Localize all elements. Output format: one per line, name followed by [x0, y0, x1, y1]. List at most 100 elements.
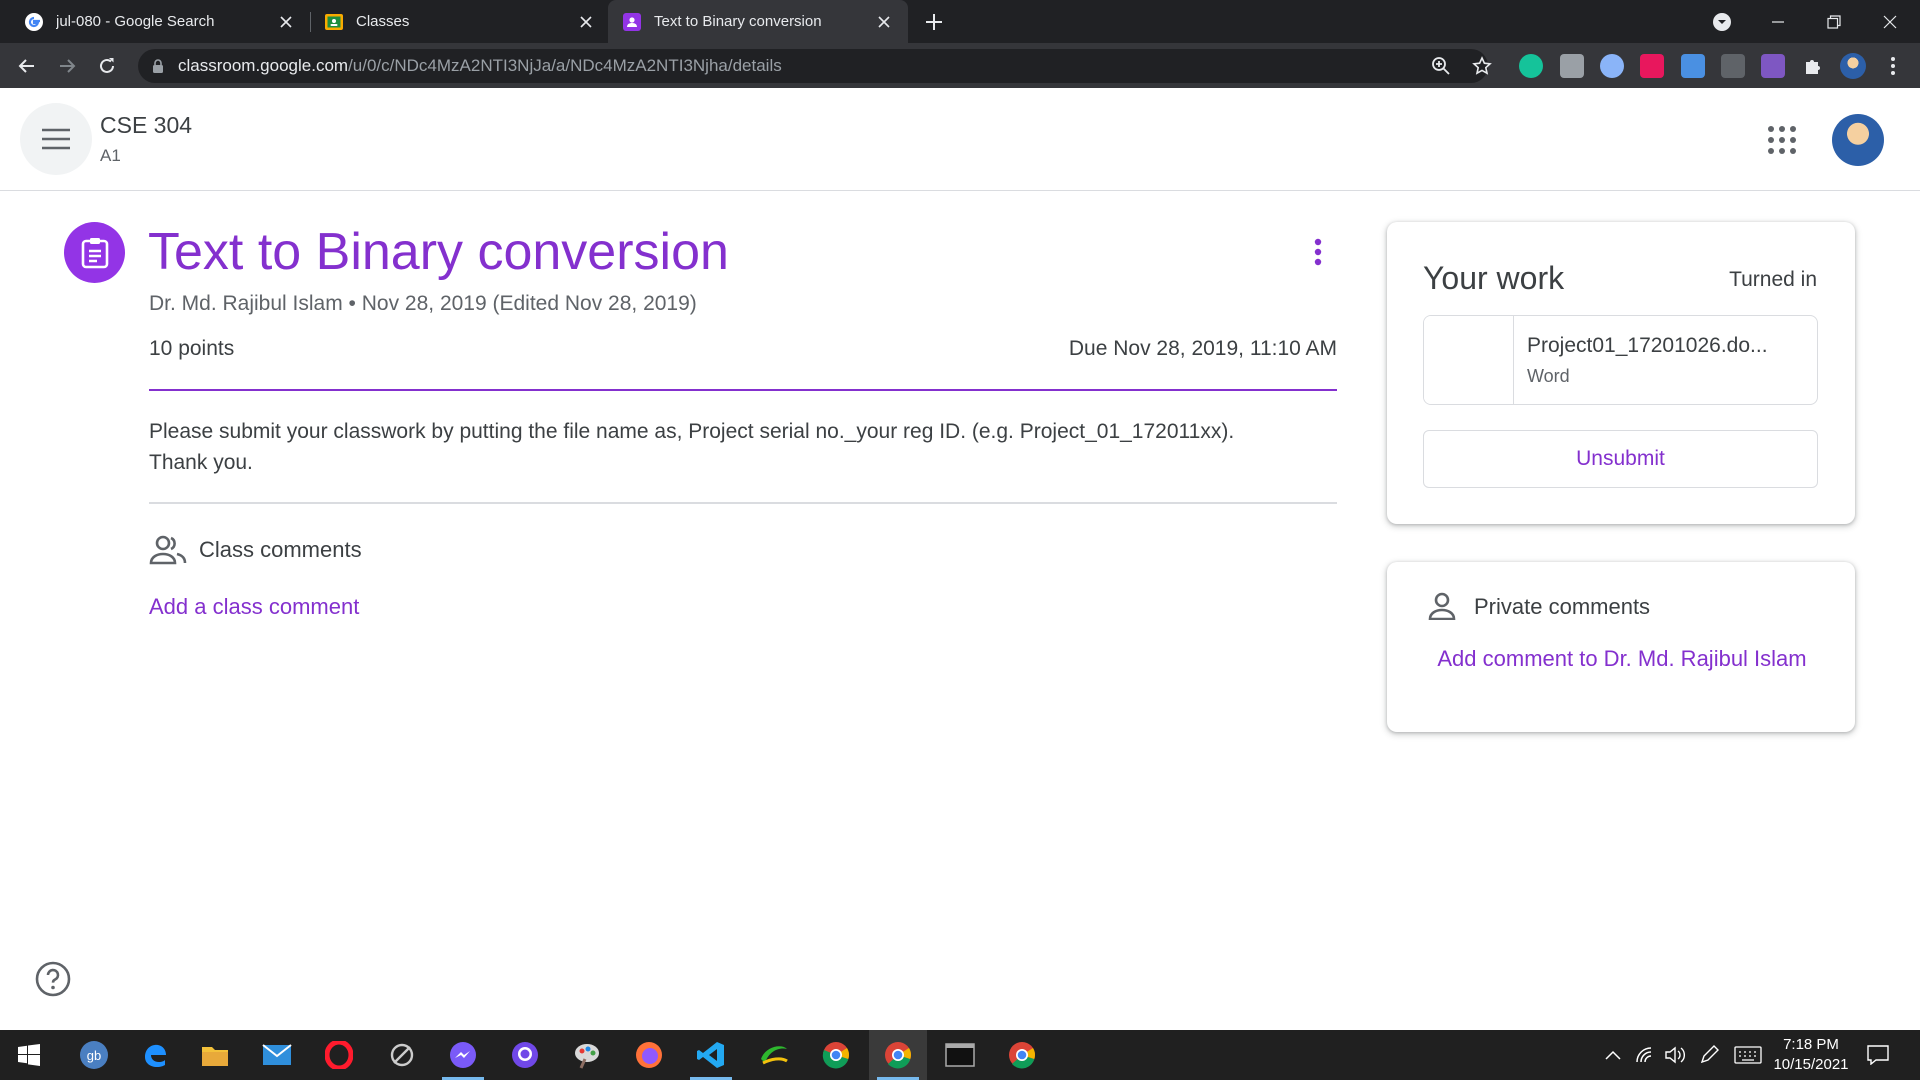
- more-options-icon[interactable]: [1300, 234, 1336, 270]
- classroom-icon: [324, 12, 344, 32]
- browser-menu-icon[interactable]: [1880, 53, 1906, 79]
- assignment-due-date: Due Nov 28, 2019, 11:10 AM: [1068, 337, 1337, 360]
- file-name: Project01_17201026.do...: [1527, 334, 1768, 357]
- file-thumbnail: [1424, 316, 1514, 404]
- windows-taskbar: gb 7:18 PM 10/15/2021: [0, 1030, 1920, 1080]
- attached-file[interactable]: Project01_17201026.do... Word: [1423, 315, 1818, 405]
- tab-classes[interactable]: Classes: [310, 0, 610, 43]
- google-icon: [24, 12, 44, 32]
- browser-tab-strip: jul-080 - Google Search Classes Text to …: [0, 0, 1920, 43]
- clock-time: 7:18 PM: [1783, 1036, 1839, 1053]
- class-comments-label: Class comments: [199, 537, 362, 562]
- close-icon[interactable]: [576, 12, 596, 32]
- description-divider: [149, 502, 1337, 504]
- system-clock[interactable]: 7:18 PM 10/15/2021: [1765, 1035, 1857, 1075]
- zoom-icon[interactable]: [1428, 53, 1454, 79]
- search-app-icon[interactable]: gb: [65, 1030, 123, 1080]
- hamburger-menu-icon: [42, 128, 70, 150]
- classroom-header: CSE 304 A1: [0, 88, 1920, 191]
- app-icon[interactable]: [745, 1030, 803, 1080]
- description-line: Thank you.: [149, 451, 253, 474]
- wifi-icon[interactable]: [1633, 1043, 1657, 1067]
- account-avatar[interactable]: [1832, 114, 1884, 166]
- assignment-points: 10 points: [149, 337, 235, 360]
- private-comments-card: Private comments Add comment to Dr. Md. …: [1387, 562, 1855, 732]
- add-class-comment-link[interactable]: Add a class comment: [149, 594, 359, 620]
- tab-google-search[interactable]: jul-080 - Google Search: [10, 0, 310, 43]
- address-bar[interactable]: classroom.google.com/u/0/c/NDc4MzA2NTI3N…: [138, 49, 1488, 83]
- messenger-icon[interactable]: [434, 1030, 492, 1080]
- extension-icon[interactable]: [1600, 54, 1624, 78]
- class-name[interactable]: CSE 304: [100, 112, 192, 139]
- mail-icon[interactable]: [248, 1030, 306, 1080]
- notifications-icon[interactable]: [1866, 1043, 1890, 1067]
- volume-icon[interactable]: [1663, 1043, 1687, 1067]
- your-work-title: Your work: [1423, 260, 1565, 296]
- file-explorer-icon[interactable]: [186, 1030, 244, 1080]
- classroom-assignment-icon: [622, 12, 642, 32]
- assignment-icon: [64, 222, 125, 283]
- your-work-card: Your work Turned in Project01_17201026.d…: [1387, 222, 1855, 524]
- private-comments-label: Private comments: [1474, 594, 1651, 619]
- person-icon: [1428, 592, 1456, 620]
- class-section: A1: [100, 146, 121, 165]
- tab-text-to-binary[interactable]: Text to Binary conversion: [608, 0, 908, 43]
- windows-logo-icon: [18, 1044, 40, 1066]
- camera-extension-icon[interactable]: [1560, 54, 1584, 78]
- show-hidden-icons-icon[interactable]: [1601, 1043, 1625, 1067]
- download-extension-icon[interactable]: [1681, 54, 1705, 78]
- restore-button[interactable]: [1806, 0, 1862, 43]
- opera-icon[interactable]: [310, 1030, 368, 1080]
- forward-icon[interactable]: [54, 53, 80, 79]
- assignment-title: Text to Binary conversion: [148, 223, 729, 281]
- close-icon[interactable]: [874, 12, 894, 32]
- url-host: classroom.google.com: [178, 56, 349, 75]
- bookmark-star-icon[interactable]: [1469, 53, 1495, 79]
- tab-title: Text to Binary conversion: [654, 13, 822, 30]
- firefox-icon[interactable]: [620, 1030, 678, 1080]
- pen-extension-icon[interactable]: [1761, 54, 1785, 78]
- vscode-icon[interactable]: [682, 1030, 740, 1080]
- pen-workspace-icon[interactable]: [1697, 1043, 1721, 1067]
- extension-icon[interactable]: [1721, 54, 1745, 78]
- close-window-button[interactable]: [1862, 0, 1918, 43]
- tab-search-button[interactable]: [1694, 0, 1750, 43]
- chrome-icon[interactable]: [807, 1030, 865, 1080]
- description-line: Please submit your classwork by putting …: [149, 420, 1235, 443]
- terminal-icon[interactable]: [931, 1030, 989, 1080]
- chrome-active-icon[interactable]: [869, 1030, 927, 1080]
- play-extension-icon[interactable]: [1640, 54, 1664, 78]
- grammarly-extension-icon[interactable]: [1519, 54, 1543, 78]
- back-icon[interactable]: [14, 53, 40, 79]
- start-button[interactable]: [0, 1030, 58, 1080]
- add-private-comment-link[interactable]: Add comment to Dr. Md. Rajibul Islam: [1427, 640, 1817, 677]
- edge-icon[interactable]: [126, 1030, 184, 1080]
- help-icon[interactable]: [34, 960, 72, 998]
- profile-avatar[interactable]: [1840, 53, 1866, 79]
- url-path: /u/0/c/NDc4MzA2NTI3NjJa/a/NDc4MzA2NTI3Nj…: [348, 56, 782, 75]
- chrome-profile-icon[interactable]: [993, 1030, 1051, 1080]
- satellite-app-icon[interactable]: [373, 1030, 431, 1080]
- touch-keyboard-icon[interactable]: [1733, 1043, 1763, 1067]
- github-icon[interactable]: [496, 1030, 554, 1080]
- clock-date: 10/15/2021: [1773, 1056, 1849, 1073]
- paint-app-icon[interactable]: [558, 1030, 616, 1080]
- tab-title: jul-080 - Google Search: [56, 13, 215, 30]
- people-icon: [149, 535, 187, 565]
- file-type: Word: [1527, 366, 1570, 386]
- reload-icon[interactable]: [94, 53, 120, 79]
- assignment-author-date: Dr. Md. Rajibul Islam • Nov 28, 2019 (Ed…: [149, 292, 697, 315]
- browser-toolbar: classroom.google.com/u/0/c/NDc4MzA2NTI3N…: [0, 43, 1920, 88]
- lock-icon: [152, 58, 164, 74]
- google-apps-icon[interactable]: [1766, 124, 1798, 156]
- assignment-description: Please submit your classwork by putting …: [149, 416, 1339, 478]
- main-menu-button[interactable]: [20, 103, 92, 175]
- close-icon[interactable]: [276, 12, 296, 32]
- svg-text:gb: gb: [87, 1048, 101, 1063]
- new-tab-button[interactable]: [920, 8, 948, 36]
- submission-status: Turned in: [1729, 268, 1817, 291]
- minimize-button[interactable]: [1750, 0, 1806, 43]
- puzzle-extensions-icon[interactable]: [1800, 53, 1826, 79]
- unsubmit-button[interactable]: Unsubmit: [1423, 430, 1818, 488]
- header-divider: [149, 389, 1337, 391]
